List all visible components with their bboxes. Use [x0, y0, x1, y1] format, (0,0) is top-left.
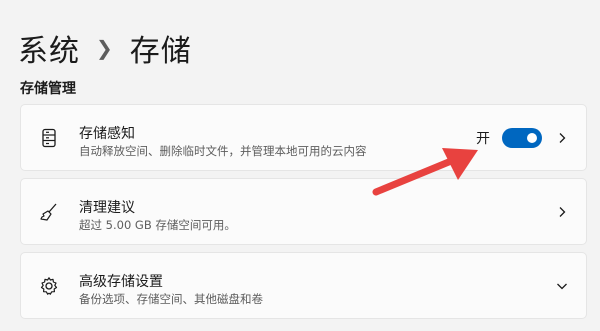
chevron-right-icon	[559, 206, 566, 217]
page-title: 存储	[129, 34, 192, 69]
card-description: 超过 5.00 GB 存储空间可用。	[79, 218, 236, 232]
storage-sense-toggle[interactable]	[502, 127, 542, 148]
card-description: 自动释放空间、删除临时文件，并管理本地可用的云内容	[79, 144, 367, 158]
toggle-state-label: 开	[476, 130, 490, 147]
annotation-arrow-icon	[372, 148, 478, 196]
toggle-knob	[527, 132, 537, 143]
broom-icon	[40, 203, 57, 221]
storage-sense-toggle-group: 开	[476, 127, 542, 148]
breadcrumb: 系统 ❯ 存储	[18, 26, 192, 70]
advanced-storage-settings-card[interactable]: 高级存储设置 备份选项、存储空间、其他磁盘和卷	[20, 252, 587, 319]
card-title: 高级存储设置	[79, 274, 163, 290]
card-description: 备份选项、存储空间、其他磁盘和卷	[79, 292, 263, 306]
card-title: 清理建议	[79, 200, 135, 216]
chevron-right-icon	[559, 132, 566, 143]
gear-icon	[40, 276, 58, 295]
drive-icon	[42, 128, 56, 147]
cleanup-recommendations-card[interactable]: 清理建议 超过 5.00 GB 存储空间可用。	[20, 178, 587, 245]
breadcrumb-parent[interactable]: 系统	[18, 26, 80, 70]
breadcrumb-separator-icon: ❯	[96, 36, 114, 60]
section-title: 存储管理	[20, 81, 76, 97]
chevron-down-icon	[557, 283, 567, 289]
card-title: 存储感知	[79, 126, 135, 142]
storage-sense-card[interactable]: 存储感知 自动释放空间、删除临时文件，并管理本地可用的云内容 开	[20, 104, 587, 171]
